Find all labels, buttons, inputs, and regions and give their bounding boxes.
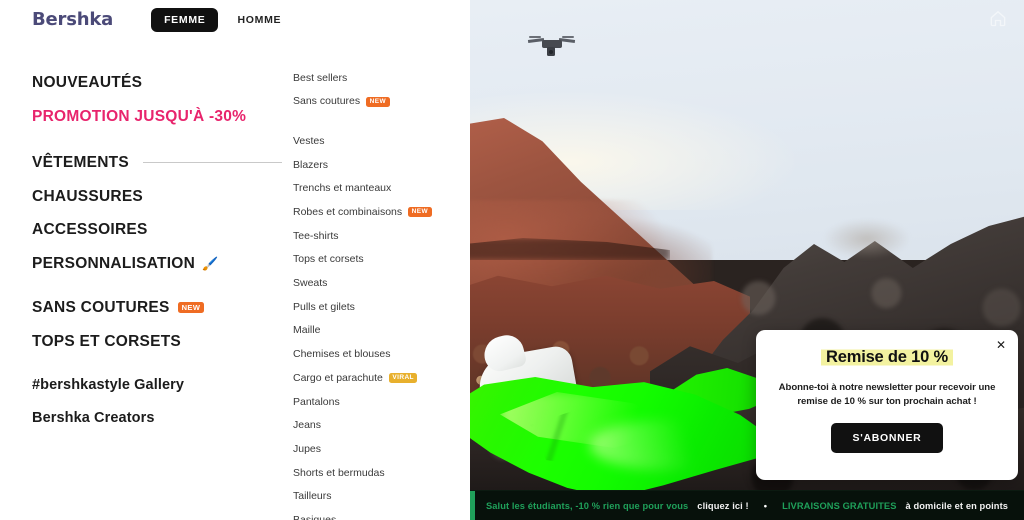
submenu-item-label: Basiques: [293, 513, 337, 520]
lava-rock-highlight: [822, 218, 912, 260]
submenu-item-label: Best sellers: [293, 71, 348, 84]
menu-item-promotion[interactable]: PROMOTION JUSQU'À -30%: [32, 100, 282, 134]
submenu-item-label: Trenchs et manteaux: [293, 182, 392, 195]
submenu-item-label: Pulls et gilets: [293, 300, 355, 313]
submenu-item-sweats[interactable]: Sweats: [293, 272, 468, 296]
submenu-item-label: Tops et corsets: [293, 253, 364, 266]
menu-item-personnalisation[interactable]: PERSONNALISATION 🖌️: [32, 247, 282, 281]
menu-item-label: TOPS ET CORSETS: [32, 332, 182, 350]
menu-item-label: SANS COUTURES: [32, 299, 170, 316]
menu-item-label: ACCESSOIRES: [32, 221, 148, 238]
submenu-item-label: Vestes: [293, 134, 325, 147]
submenu-spacer: [293, 113, 468, 129]
site-header: Bershka FEMME HOMME: [0, 0, 470, 32]
submenu-item-cargo-et-parachute[interactable]: Cargo et parachute VIRAL: [293, 366, 468, 390]
submenu-item-label: Shorts et bermudas: [293, 466, 385, 479]
menu-item-chaussures[interactable]: CHAUSSURES: [32, 180, 282, 214]
new-badge: NEW: [408, 207, 432, 218]
drone-photo-element: [527, 33, 576, 59]
submenu-item-tee-shirts[interactable]: Tee-shirts: [293, 224, 468, 248]
submenu-item-pulls-et-gilets[interactable]: Pulls et gilets: [293, 295, 468, 319]
submenu-item-label: Cargo et parachute: [293, 371, 383, 384]
menu-item-bershka-creators[interactable]: Bershka Creators: [32, 402, 282, 435]
submenu-item-jeans[interactable]: Jeans: [293, 414, 468, 438]
submenu-item-label: Robes et combinaisons: [293, 206, 403, 219]
secondary-menu: Best sellers Sans coutures NEW Vestes Bl…: [293, 66, 468, 520]
submenu-item-label: Chemises et blouses: [293, 348, 391, 361]
menu-item-nouveautes[interactable]: NOUVEAUTÉS: [32, 66, 282, 100]
menu-spacer: [32, 358, 282, 369]
menu-item-label: #bershkastyle Gallery: [32, 377, 185, 393]
new-badge: NEW: [366, 96, 390, 107]
popup-description: Abonne-toi à notre newsletter pour recev…: [778, 381, 996, 408]
menu-item-label: PERSONNALISATION: [32, 254, 196, 272]
banner-shipping-label: LIVRAISONS GRATUITES: [782, 500, 897, 511]
bershka-logo[interactable]: Bershka: [32, 9, 113, 30]
submenu-item-jupes[interactable]: Jupes: [293, 437, 468, 461]
active-underline: [142, 162, 282, 164]
menu-item-accessoires[interactable]: ACCESSOIRES: [32, 213, 282, 247]
submenu-item-shorts-et-bermudas[interactable]: Shorts et bermudas: [293, 461, 468, 485]
submenu-item-label: Jupes: [293, 442, 322, 455]
submenu-item-label: Jeans: [293, 419, 322, 432]
menu-item-label: Bershka Creators: [32, 409, 155, 426]
gender-tabs: FEMME HOMME: [151, 7, 294, 32]
menu-spacer: [32, 280, 282, 291]
submenu-item-sans-coutures[interactable]: Sans coutures NEW: [293, 90, 468, 114]
primary-menu: NOUVEAUTÉS PROMOTION JUSQU'À -30% VÊTEME…: [32, 66, 282, 434]
submenu-item-trenchs-et-manteaux[interactable]: Trenchs et manteaux: [293, 177, 468, 201]
menu-item-label: CHAUSSURES: [32, 187, 144, 205]
submenu-item-maille[interactable]: Maille: [293, 319, 468, 343]
page-root: Bershka FEMME HOMME NOUVEAUTÉS PROMOTION…: [0, 0, 1024, 520]
submenu-item-vestes[interactable]: Vestes: [293, 129, 468, 153]
left-navigation-panel: Bershka FEMME HOMME NOUVEAUTÉS PROMOTION…: [0, 0, 470, 520]
submenu-item-robes-et-combinaisons[interactable]: Robes et combinaisons NEW: [293, 200, 468, 224]
submenu-item-blazers[interactable]: Blazers: [293, 153, 468, 177]
tab-homme[interactable]: HOMME: [224, 8, 294, 32]
submenu-item-label: Tee-shirts: [293, 229, 339, 242]
submenu-item-label: Pantalons: [293, 395, 340, 408]
banner-student-offer: Salut les étudiants, -10 % rien que pour…: [485, 500, 689, 511]
viral-badge: VIRAL: [388, 373, 418, 384]
submenu-item-label: Blazers: [293, 158, 329, 171]
home-icon[interactable]: [988, 8, 1008, 28]
menu-item-sans-coutures[interactable]: SANS COUTURES NEW: [32, 291, 282, 325]
paintbrush-icon: 🖌️: [202, 255, 219, 271]
submenu-item-basiques[interactable]: Basiques: [293, 508, 468, 520]
menu-spacer: [32, 133, 282, 146]
menu-item-bershkastyle-gallery[interactable]: #bershkastyle Gallery: [32, 369, 282, 402]
menu-item-label: VÊTEMENTS: [32, 154, 129, 171]
close-icon[interactable]: ✕: [996, 339, 1006, 351]
banner-shipping-detail: à domicile et en points: [905, 500, 1009, 511]
newsletter-popup: ✕ Remise de 10 % Abonne-toi à notre news…: [756, 330, 1018, 480]
new-badge: NEW: [177, 302, 205, 314]
submenu-item-tailleurs[interactable]: Tailleurs: [293, 485, 468, 509]
popup-title: Remise de 10 %: [821, 347, 953, 367]
banner-separator-dot: •: [763, 500, 768, 511]
promo-banner: Salut les étudiants, -10 % rien que pour…: [470, 490, 1024, 520]
tab-femme[interactable]: FEMME: [151, 7, 219, 32]
submenu-item-label: Sweats: [293, 277, 328, 290]
submenu-item-chemises-et-blouses[interactable]: Chemises et blouses: [293, 343, 468, 367]
submenu-item-best-sellers[interactable]: Best sellers: [293, 66, 468, 90]
subscribe-button[interactable]: S'ABONNER: [830, 423, 944, 454]
banner-accent-edge: [470, 491, 475, 520]
submenu-item-label: Sans coutures: [293, 95, 361, 108]
submenu-item-label: Tailleurs: [293, 490, 332, 503]
submenu-item-tops-et-corsets[interactable]: Tops et corsets: [293, 248, 468, 272]
banner-student-link[interactable]: cliquez ici !: [697, 501, 748, 511]
submenu-item-label: Maille: [293, 324, 321, 337]
menu-item-label: NOUVEAUTÉS: [32, 74, 143, 91]
menu-item-vetements[interactable]: VÊTEMENTS: [32, 146, 282, 180]
submenu-item-pantalons[interactable]: Pantalons: [293, 390, 468, 414]
menu-item-label: PROMOTION JUSQU'À -30%: [32, 107, 247, 125]
menu-item-tops-et-corsets[interactable]: TOPS ET CORSETS: [32, 325, 282, 359]
